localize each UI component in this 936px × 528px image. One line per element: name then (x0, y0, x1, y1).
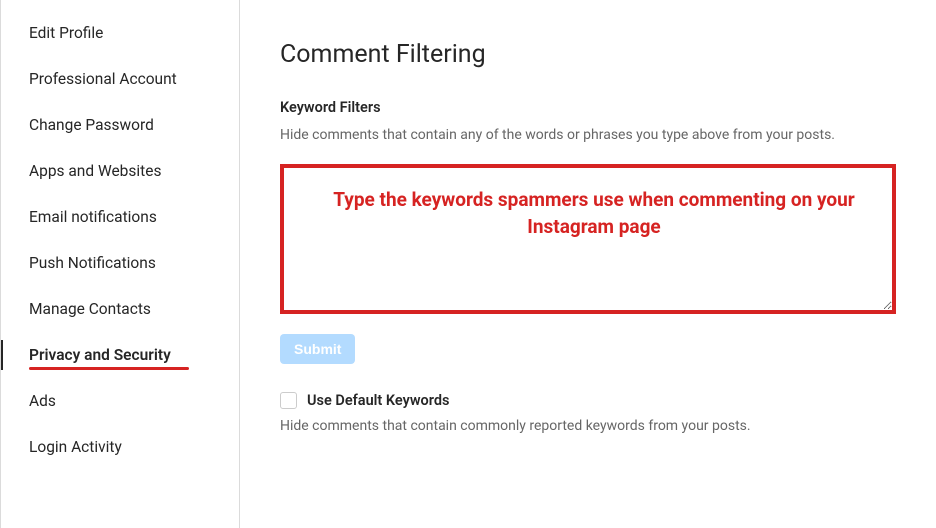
sidebar-item-label: Push Notifications (29, 254, 156, 272)
default-keywords-checkbox[interactable] (280, 392, 297, 409)
sidebar-item-label: Edit Profile (29, 24, 103, 42)
sidebar-item-label: Manage Contacts (29, 300, 151, 318)
sidebar-item-edit-profile[interactable]: Edit Profile (1, 10, 239, 56)
sidebar-item-email-notifications[interactable]: Email notifications (1, 194, 239, 240)
keyword-textarea-wrapper: Type the keywords spammers use when comm… (280, 164, 896, 318)
sidebar-item-label: Ads (29, 392, 56, 410)
sidebar-item-label: Login Activity (29, 438, 122, 456)
settings-sidebar: Edit Profile Professional Account Change… (0, 0, 240, 528)
sidebar-item-ads[interactable]: Ads (1, 378, 239, 424)
page-title: Comment Filtering (280, 40, 896, 69)
default-keywords-description: Hide comments that contain commonly repo… (280, 417, 896, 437)
sidebar-item-apps-and-websites[interactable]: Apps and Websites (1, 148, 239, 194)
sidebar-item-label: Change Password (29, 116, 154, 134)
sidebar-item-label: Privacy and Security (29, 346, 171, 364)
submit-button[interactable]: Submit (280, 334, 355, 364)
sidebar-item-manage-contacts[interactable]: Manage Contacts (1, 286, 239, 332)
sidebar-item-professional-account[interactable]: Professional Account (1, 56, 239, 102)
annotation-underline (29, 367, 189, 370)
default-keywords-row: Use Default Keywords (280, 392, 896, 409)
keyword-filters-description: Hide comments that contain any of the wo… (280, 126, 896, 146)
keyword-filters-label: Keyword Filters (280, 99, 896, 116)
sidebar-item-label: Professional Account (29, 70, 177, 88)
sidebar-item-login-activity[interactable]: Login Activity (1, 424, 239, 470)
main-content: Comment Filtering Keyword Filters Hide c… (240, 0, 936, 528)
sidebar-item-label: Apps and Websites (29, 162, 161, 180)
keyword-filter-input[interactable] (280, 164, 896, 314)
default-keywords-label: Use Default Keywords (307, 392, 449, 409)
sidebar-item-change-password[interactable]: Change Password (1, 102, 239, 148)
sidebar-item-label: Email notifications (29, 208, 157, 226)
sidebar-item-privacy-and-security[interactable]: Privacy and Security (1, 332, 239, 378)
sidebar-item-push-notifications[interactable]: Push Notifications (1, 240, 239, 286)
